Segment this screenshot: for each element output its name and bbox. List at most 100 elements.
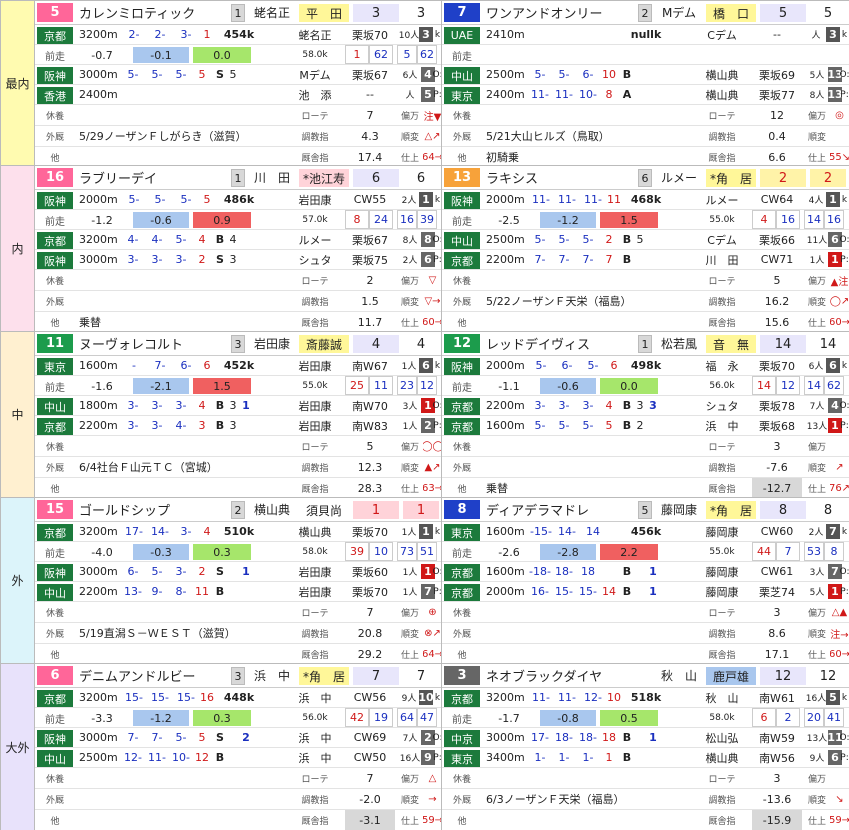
diff-1: -0.7	[79, 47, 125, 63]
weight: 510k	[223, 525, 255, 538]
note-k: k	[841, 194, 848, 205]
note-k: O:	[840, 566, 849, 577]
diff-3: 1.5	[193, 378, 251, 394]
mark-1: 5	[760, 4, 806, 22]
course-tag: 阪神	[37, 192, 73, 209]
metric-label-2: 順変	[400, 795, 419, 806]
pos-3: 18	[581, 565, 595, 578]
finish	[239, 250, 253, 269]
diff-3	[600, 47, 658, 63]
horse-card[interactable]: 11 ヌーヴォレコルト 3 岩田康 斎藤誠 4 4 東京 1600m -7- 6- 6 452k 岩田康南…	[35, 332, 442, 498]
pos-3: 3-	[180, 525, 192, 538]
info-row-5: 休養 ローテ 3 偏万	[442, 436, 849, 457]
class-2: 4	[229, 233, 237, 246]
metric-value: -12.7	[752, 478, 802, 497]
row-label: 外厩	[452, 463, 471, 474]
course-tag: 中山	[444, 67, 480, 84]
horse-number: 15	[37, 500, 73, 519]
diff-1: -1.6	[79, 378, 125, 394]
weight: 468k	[630, 193, 662, 206]
pos-4: 5	[198, 68, 206, 81]
prev-race-label: 前走	[45, 217, 65, 228]
entry-sheet: 最内 5 カレンミロティック 1 蛯名正平 田 3 3 京都 3200m 2- 2- 3- 1 454k 蛯…	[0, 0, 849, 830]
h1: 1	[345, 45, 369, 64]
remark	[486, 810, 696, 830]
pos-2: 11-	[558, 193, 576, 206]
info-row-5: 休養 ローテ 5 偏万 ◯◯	[35, 436, 441, 457]
h2: 2	[776, 708, 800, 727]
metric-value: 8.6	[768, 626, 786, 640]
horse-card[interactable]: 7 ワンアンドオンリー 2 Mデム橋 口 5 5 UAE 2410m nullk Cデム -- 人 3 k…	[442, 1, 849, 166]
popularity: 4人	[808, 196, 824, 206]
horse-card[interactable]: 12 レッドデイヴィス 1 松若風音 無 14 14 阪神 2000m 5- 6- 5- 6 498k 福…	[442, 332, 849, 498]
mark: ⊕	[428, 606, 437, 618]
h1: 42	[345, 708, 369, 727]
class: A	[622, 88, 632, 101]
note-k: k	[841, 29, 848, 40]
pos-1: 7-	[127, 731, 139, 744]
h2: 19	[369, 708, 393, 727]
weight: 448k	[223, 691, 255, 704]
metric-value: 6.6	[768, 150, 786, 164]
metric-label: 調教指	[301, 463, 329, 474]
row-label: 休養	[45, 111, 64, 122]
class: B	[215, 751, 225, 764]
pos-3	[580, 25, 606, 44]
i1: 14	[804, 376, 824, 395]
training: 栗坂67	[352, 233, 388, 247]
horse-card[interactable]: 3 ネオブラックダイヤ秋 山鹿戸雄 12 12 京都 3200m 11- 11- 12- 10 51…	[442, 664, 849, 830]
class-2	[227, 748, 239, 767]
jockey: 岩田康	[298, 399, 332, 413]
training: CW64	[760, 193, 794, 206]
info-row-7: 他 厩舎指 -15.9 仕上 59→	[442, 810, 849, 830]
i2: 39	[417, 210, 437, 229]
h1: 14	[752, 376, 776, 395]
distance: 2000m	[486, 193, 525, 206]
remark	[79, 105, 289, 125]
class: S	[216, 565, 224, 578]
horse-name: カレンミロティック	[79, 7, 196, 22]
training: 南W56	[759, 751, 795, 765]
distance: 3000m	[486, 731, 525, 744]
info-row-5: 休養 ローテ 7 偏万 ⊕	[35, 602, 441, 623]
pos-1: 17-	[531, 731, 549, 744]
i2: 47	[417, 708, 437, 727]
race-row-1: 阪神 2000m 5- 6- 5- 6 498k 福 永栗坂70 6人 6 k	[442, 356, 849, 376]
jockey: 横山典	[298, 525, 332, 539]
trainer-name: 斎藤誠	[299, 335, 349, 353]
jockey: Mデム	[299, 68, 331, 82]
metric-label-2: 仕上	[807, 153, 826, 164]
distance: 2500m	[486, 68, 525, 81]
pos-4	[600, 562, 618, 581]
race-row-1: 京都 3200m 17- 14- 3- 4 510k 横山典 栗坂70 1人 1 k	[35, 522, 441, 542]
note-k: k	[841, 360, 848, 371]
metric-label-2: 仕上	[807, 816, 826, 827]
metric-label-2: 偏万	[400, 276, 419, 287]
popularity: 1人	[809, 256, 825, 266]
metric-label-2: 順変	[400, 297, 419, 308]
class: B	[622, 68, 632, 81]
pos-2	[145, 85, 169, 104]
horse-card[interactable]: 16 ラブリーデイ 1 川 田 *池江寿 6 6 阪神 2000m 5- 5- 5- 5 486k 岩田康 C…	[35, 166, 442, 332]
horse-card[interactable]: 15 ゴールドシップ 2 横山典 須貝尚 1 1 京都 3200m 17- 14- 3- 4 510k 横山…	[35, 498, 442, 664]
course-tag: 香港	[37, 87, 73, 104]
metric-value: 4.3	[361, 129, 379, 143]
horse-card[interactable]: 5 カレンミロティック 1 蛯名正平 田 3 3 京都 3200m 2- 2- 3- 1 454k 蛯名正…	[35, 1, 442, 166]
pos-1	[528, 25, 554, 44]
pos-2: 3-	[151, 419, 163, 432]
horse-card[interactable]: 8 ディアデラマドレ 5 藤岡康 *角 居 8 8 東京 1600m -15- 14- 14 456k 藤…	[442, 498, 849, 664]
row-label: 休養	[452, 774, 471, 785]
horse-card[interactable]: 13 ラキシス 6 ルメー *角 居 2 2 阪神 2000m 11- 11- 11- 11 468k ルメ…	[442, 166, 849, 332]
metric-label-2: 仕上	[400, 153, 419, 164]
horse-card[interactable]: 6 デニムアンドルビー 3 浜 中 *角 居 7 7 京都 3200m 15- 15- 15- 16 44…	[35, 664, 442, 830]
pos-2: 5-	[154, 193, 166, 206]
metric-label: ローテ	[301, 111, 329, 122]
pos-2: 3-	[558, 399, 570, 412]
metric-label: 厩舎指	[301, 318, 329, 329]
pos-3: 3-	[175, 565, 187, 578]
i2: 51	[417, 542, 437, 561]
pos-3: 1-	[582, 751, 594, 764]
note-k: O:	[433, 69, 442, 80]
mark: ◯◯	[423, 436, 441, 456]
training: CW69	[353, 731, 387, 744]
